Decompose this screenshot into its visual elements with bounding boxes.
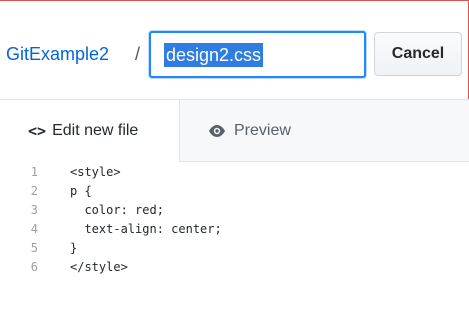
file-editor: <> Edit new file Preview 1 <style> 2 p { [0, 99, 469, 331]
code-line: 6 </style> [0, 258, 469, 277]
line-number: 4 [30, 222, 38, 236]
code-line: 1 <style> [0, 163, 469, 182]
eye-icon [209, 125, 225, 137]
code-text[interactable]: color: red; [70, 201, 163, 220]
code-line: 2 p { [0, 182, 469, 201]
code-editor[interactable]: 1 <style> 2 p { 3 color: red; 4 text-ali… [0, 163, 469, 331]
line-number: 1 [30, 165, 38, 179]
code-text[interactable]: <style> [70, 163, 121, 182]
code-text[interactable]: text-align: center; [70, 220, 221, 239]
filename-input[interactable]: design2.css [149, 31, 366, 78]
breadcrumb-separator: / [135, 44, 141, 64]
code-icon: <> [28, 122, 47, 140]
code-text[interactable]: </style> [70, 258, 128, 277]
editor-tabs: <> Edit new file Preview [0, 100, 469, 162]
code-text[interactable]: } [70, 239, 77, 258]
line-number: 6 [30, 260, 38, 274]
line-number: 3 [30, 203, 38, 217]
filename-value[interactable]: design2.css [164, 43, 264, 67]
tab-edit-label: Edit new file [52, 122, 139, 139]
line-number: 2 [30, 184, 38, 198]
tab-preview[interactable]: Preview [208, 100, 291, 162]
file-header: GitExample2 / design2.css Cancel [0, 1, 468, 99]
line-number: 5 [30, 241, 38, 255]
code-text[interactable]: p { [70, 182, 92, 201]
code-line: 4 text-align: center; [0, 220, 469, 239]
code-line: 3 color: red; [0, 201, 469, 220]
cancel-button[interactable]: Cancel [374, 32, 462, 76]
window-frame: GitExample2 / design2.css Cancel <> Edit… [0, 0, 469, 331]
repo-name-link[interactable]: GitExample2 [6, 44, 109, 65]
tab-preview-label: Preview [234, 122, 291, 139]
code-line: 5 } [0, 239, 469, 258]
tab-edit-new-file[interactable]: <> Edit new file [0, 100, 180, 162]
